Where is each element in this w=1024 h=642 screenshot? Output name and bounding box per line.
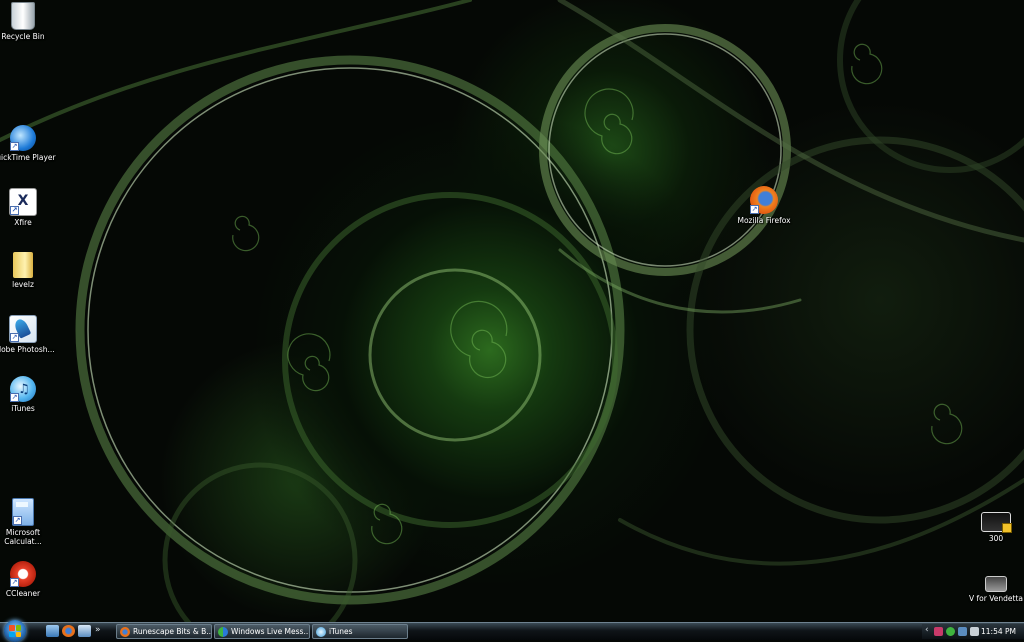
tray-expand-icon[interactable]: ‹ [925, 625, 929, 635]
taskbar: » Runescape Bits & B... Windows Live Mes… [0, 620, 1024, 642]
desktop-icon-recycle-bin[interactable]: Recycle Bin [0, 2, 58, 41]
windows-logo-icon [9, 625, 21, 637]
shortcut-arrow-icon: ↗ [13, 516, 22, 525]
taskbar-button-itunes[interactable]: iTunes [312, 624, 408, 639]
desktop-icon-v-for-vendetta[interactable]: V for Vendetta [961, 572, 1024, 603]
messenger-icon [218, 627, 228, 637]
shortcut-arrow-icon: ↗ [10, 393, 19, 402]
shortcut-arrow-icon: ↗ [10, 578, 19, 587]
desktop-icon-levelz[interactable]: levelz [0, 252, 58, 289]
show-desktop-icon[interactable] [46, 625, 59, 637]
desktop-icon-ccleaner[interactable]: ↗ CCleaner [0, 561, 58, 598]
firefox-icon [120, 627, 130, 637]
switch-windows-icon[interactable] [78, 625, 91, 637]
network-tray-icon[interactable] [934, 627, 943, 636]
shortcut-arrow-icon: ↗ [10, 142, 19, 151]
volume-tray-icon[interactable] [970, 627, 979, 636]
calculator-icon: ↗ [12, 498, 34, 526]
desktop-icon-itunes[interactable]: ♫ ↗ iTunes [0, 376, 58, 413]
start-button[interactable] [4, 620, 26, 642]
video-file-icon [981, 512, 1012, 533]
itunes-icon [316, 627, 326, 637]
photoshop-icon: ↗ [9, 315, 37, 343]
desktop-wallpaper [0, 0, 1024, 622]
shortcut-arrow-icon: ↗ [750, 205, 759, 214]
taskbar-button-runescape[interactable]: Runescape Bits & B... [116, 624, 212, 639]
desktop-icon-xfire[interactable]: X ↗ Xfire [0, 188, 58, 227]
messenger-tray-icon[interactable] [946, 627, 955, 636]
shortcut-arrow-icon: ↗ [10, 333, 19, 342]
video-file-icon [985, 576, 1007, 592]
ccleaner-icon: ↗ [10, 561, 36, 587]
shortcut-arrow-icon: ↗ [10, 206, 19, 215]
system-tray: ‹ 11:54 PM [922, 624, 1024, 639]
desktop-icon-firefox[interactable]: ↗ Mozilla Firefox [729, 186, 799, 225]
quick-launch-more-icon[interactable]: » [95, 625, 101, 635]
desktop-icon-300[interactable]: 300 [961, 508, 1024, 543]
taskbar-button-messenger[interactable]: Windows Live Mess... [214, 624, 310, 639]
itunes-icon: ♫ ↗ [10, 376, 36, 402]
quicktime-icon: ↗ [10, 125, 36, 151]
connection-tray-icon[interactable] [958, 627, 967, 636]
recycle-bin-icon [11, 2, 35, 30]
fractal-wallpaper [0, 0, 1024, 622]
firefox-quicklaunch-icon[interactable] [62, 625, 75, 637]
desktop-icon-quicktime[interactable]: ↗ QuickTime Player [0, 125, 58, 162]
xfire-icon: X ↗ [9, 188, 37, 216]
folder-icon [13, 252, 33, 278]
desktop-icon-calculator[interactable]: ↗ Microsoft Calculat... [0, 498, 58, 546]
firefox-icon: ↗ [750, 186, 778, 214]
desktop-icon-photoshop[interactable]: ↗ Adobe Photosh... [0, 315, 58, 354]
clock[interactable]: 11:54 PM [981, 624, 1016, 639]
